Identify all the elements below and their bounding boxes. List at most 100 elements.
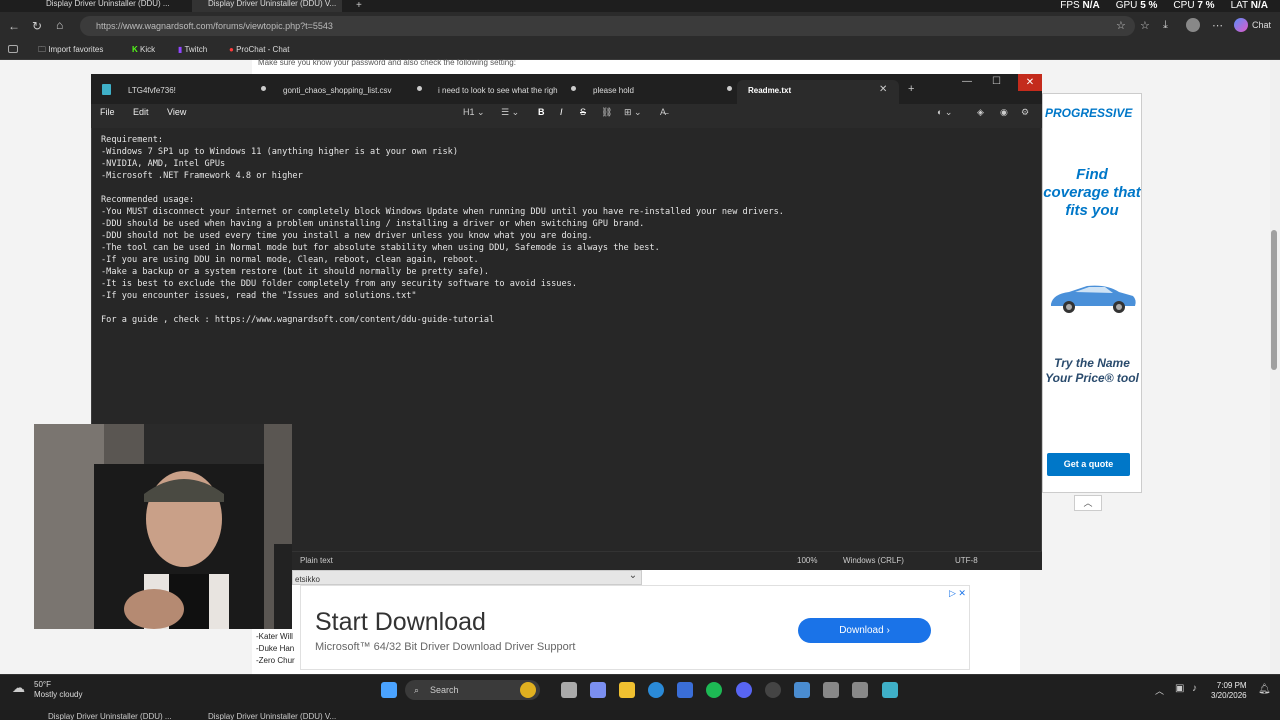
weather-widget[interactable]: ☁ 50°F Mostly cloudy	[12, 680, 82, 700]
widgets-icon[interactable]	[520, 682, 536, 698]
browser-tab[interactable]: Display Driver Uninstaller (DDU) ...	[48, 712, 172, 720]
table-icon[interactable]: ⊞ ⌄	[624, 104, 642, 120]
spotify-icon[interactable]	[706, 682, 722, 698]
chevron-down-icon[interactable]: ⌄	[614, 570, 652, 585]
notifications-icon[interactable]: 🔔︎	[1258, 684, 1271, 695]
url-input[interactable]: https://www.wagnardsoft.com/forums/viewt…	[80, 16, 1135, 36]
favorite-star-icon[interactable]: ☆	[1116, 19, 1126, 32]
status-line-ending[interactable]: Windows (CRLF)	[843, 555, 904, 567]
store-icon[interactable]	[677, 682, 693, 698]
home-icon[interactable]: ⌂	[56, 18, 63, 32]
ad-choices-icon[interactable]: ▷ ✕	[949, 588, 966, 599]
copilot-icon[interactable]	[1234, 18, 1248, 32]
ddu-icon[interactable]	[823, 682, 839, 698]
unsaved-dot-icon	[417, 86, 422, 91]
maximize-icon[interactable]: ☐	[992, 76, 1001, 87]
discord-icon[interactable]	[736, 682, 752, 698]
editor-line: -If you are using DDU in normal mode, Cl…	[101, 255, 479, 265]
new-tab-icon[interactable]: +	[908, 83, 914, 95]
favorite-import[interactable]: 🗀 Import favorites	[38, 43, 103, 57]
unsaved-dot-icon	[571, 86, 576, 91]
tab-please-hold[interactable]: please hold	[593, 81, 634, 101]
refresh-icon[interactable]: ↻	[32, 19, 42, 33]
list-item: -Kater Will	[256, 632, 293, 641]
strikethrough-icon[interactable]: S	[580, 104, 586, 120]
profile-avatar[interactable]	[1186, 18, 1200, 32]
editor-line: -Make a backup or a system restore (but …	[101, 267, 490, 277]
tab-ltg[interactable]: LTG4fvfe736!	[128, 81, 176, 101]
favorite-twitch[interactable]: ▮ Twitch	[178, 43, 207, 57]
notifications-icon[interactable]: ◈	[977, 104, 984, 120]
editor-line: -DDU should be used when having a proble…	[101, 219, 645, 229]
insurance-ad[interactable]: PROGRESSIVE Find coverage that fits you …	[1042, 93, 1142, 493]
tab-readme[interactable]: Readme.txt	[748, 81, 791, 101]
download-ad[interactable]: ▷ ✕ Start Download Microsoft™ 64/32 Bit …	[300, 585, 970, 670]
menu-edit[interactable]: Edit	[133, 104, 149, 120]
favorites-icon[interactable]: ☆	[1140, 19, 1150, 32]
performance-overlay: FPS N/A GPU 5 % CPU 7 % LAT N/A	[1060, 0, 1280, 12]
settings-gear-icon[interactable]: ⚙	[1021, 104, 1029, 120]
link-icon[interactable]: ⛓	[601, 104, 612, 120]
italic-icon[interactable]: I	[560, 104, 563, 120]
status-encoding[interactable]: UTF-8	[955, 555, 978, 567]
g-hub-icon[interactable]	[765, 682, 781, 698]
file-explorer-icon[interactable]	[619, 682, 635, 698]
favorite-kick[interactable]: K Kick	[132, 43, 155, 57]
notepad-icon[interactable]	[882, 682, 898, 698]
edge-icon[interactable]	[648, 682, 664, 698]
clock[interactable]: 7:09 PM 3/20/2026	[1211, 681, 1247, 701]
close-window-button[interactable]: ✕	[1018, 74, 1042, 91]
editor-line: For a guide , check : https://www.wagnar…	[101, 315, 495, 325]
tab-shopping-list[interactable]: gonti_chaos_shopping_list.csv	[283, 81, 392, 101]
more-icon[interactable]: ⋯	[1212, 19, 1223, 32]
close-tab-icon[interactable]: ✕	[879, 84, 887, 95]
photos-icon[interactable]	[794, 682, 810, 698]
back-icon[interactable]: ←	[8, 19, 20, 33]
minimize-icon[interactable]: —	[962, 76, 972, 87]
twitch-icon: ▮	[178, 45, 183, 54]
tab-look-to-see[interactable]: i need to look to see what the righ	[438, 81, 558, 101]
menu-view[interactable]: View	[167, 104, 186, 120]
menu-file[interactable]: File	[100, 104, 115, 120]
bold-icon[interactable]: B	[538, 104, 545, 120]
section-header: etsikko	[292, 570, 642, 585]
copilot-icon[interactable]: ◐ ⌄	[937, 104, 952, 120]
fps-value: N/A	[1082, 0, 1100, 11]
get-quote-button[interactable]: Get a quote	[1047, 453, 1130, 476]
browser-tab[interactable]: Display Driver Uninstaller (DDU) ...	[30, 0, 180, 12]
gpu-value: 5 %	[1140, 0, 1158, 11]
editor-line: -You MUST disconnect your internet or co…	[101, 207, 784, 217]
webcam-overlay	[34, 424, 292, 629]
chevron-up-icon[interactable]: ︿	[1155, 684, 1164, 697]
chat-label[interactable]: Chat	[1252, 20, 1271, 30]
editor-line: -If you encounter issues, read the "Issu…	[101, 291, 417, 301]
sidebar-icon[interactable]	[8, 45, 18, 53]
browser-tab-active[interactable]: Display Driver Uninstaller (DDU) V...	[192, 0, 342, 12]
list-item: -Zero Chur	[256, 656, 295, 665]
unsaved-dot-icon	[727, 86, 732, 91]
prochat-icon: ●	[229, 45, 234, 54]
account-icon[interactable]: ◉	[1000, 104, 1008, 120]
download-button[interactable]: Download ›	[798, 618, 931, 643]
network-icon[interactable]: ▣	[1175, 683, 1184, 694]
favorite-prochat[interactable]: ● ProChat - Chat	[229, 43, 289, 57]
copilot-icon[interactable]	[590, 682, 606, 698]
status-zoom[interactable]: 100%	[797, 555, 817, 567]
volume-icon[interactable]: ♪	[1192, 683, 1197, 694]
chevron-up-icon[interactable]: ︿	[1074, 495, 1102, 511]
browser-tab[interactable]: Display Driver Uninstaller (DDU) V...	[208, 712, 336, 720]
new-tab-icon[interactable]: +	[356, 0, 362, 11]
notepad-tab-strip	[91, 74, 1042, 104]
ad-subtitle: Microsoft™ 64/32 Bit Driver Download Dri…	[315, 641, 576, 653]
ddu-icon[interactable]	[852, 682, 868, 698]
clear-formatting-icon[interactable]: A̶	[660, 104, 666, 120]
task-view-icon[interactable]	[561, 682, 577, 698]
start-icon[interactable]	[381, 682, 397, 698]
list-icon[interactable]: ☰ ⌄	[501, 104, 519, 120]
editor-line: -DDU should not be used every time you i…	[101, 231, 593, 241]
status-format: Plain text	[300, 556, 333, 565]
heading-dropdown[interactable]: H1 ⌄	[463, 104, 485, 120]
scrollbar-thumb[interactable]	[1271, 230, 1277, 370]
notepad-app-icon	[102, 84, 111, 95]
downloads-icon[interactable]: ⤓	[1163, 19, 1168, 32]
